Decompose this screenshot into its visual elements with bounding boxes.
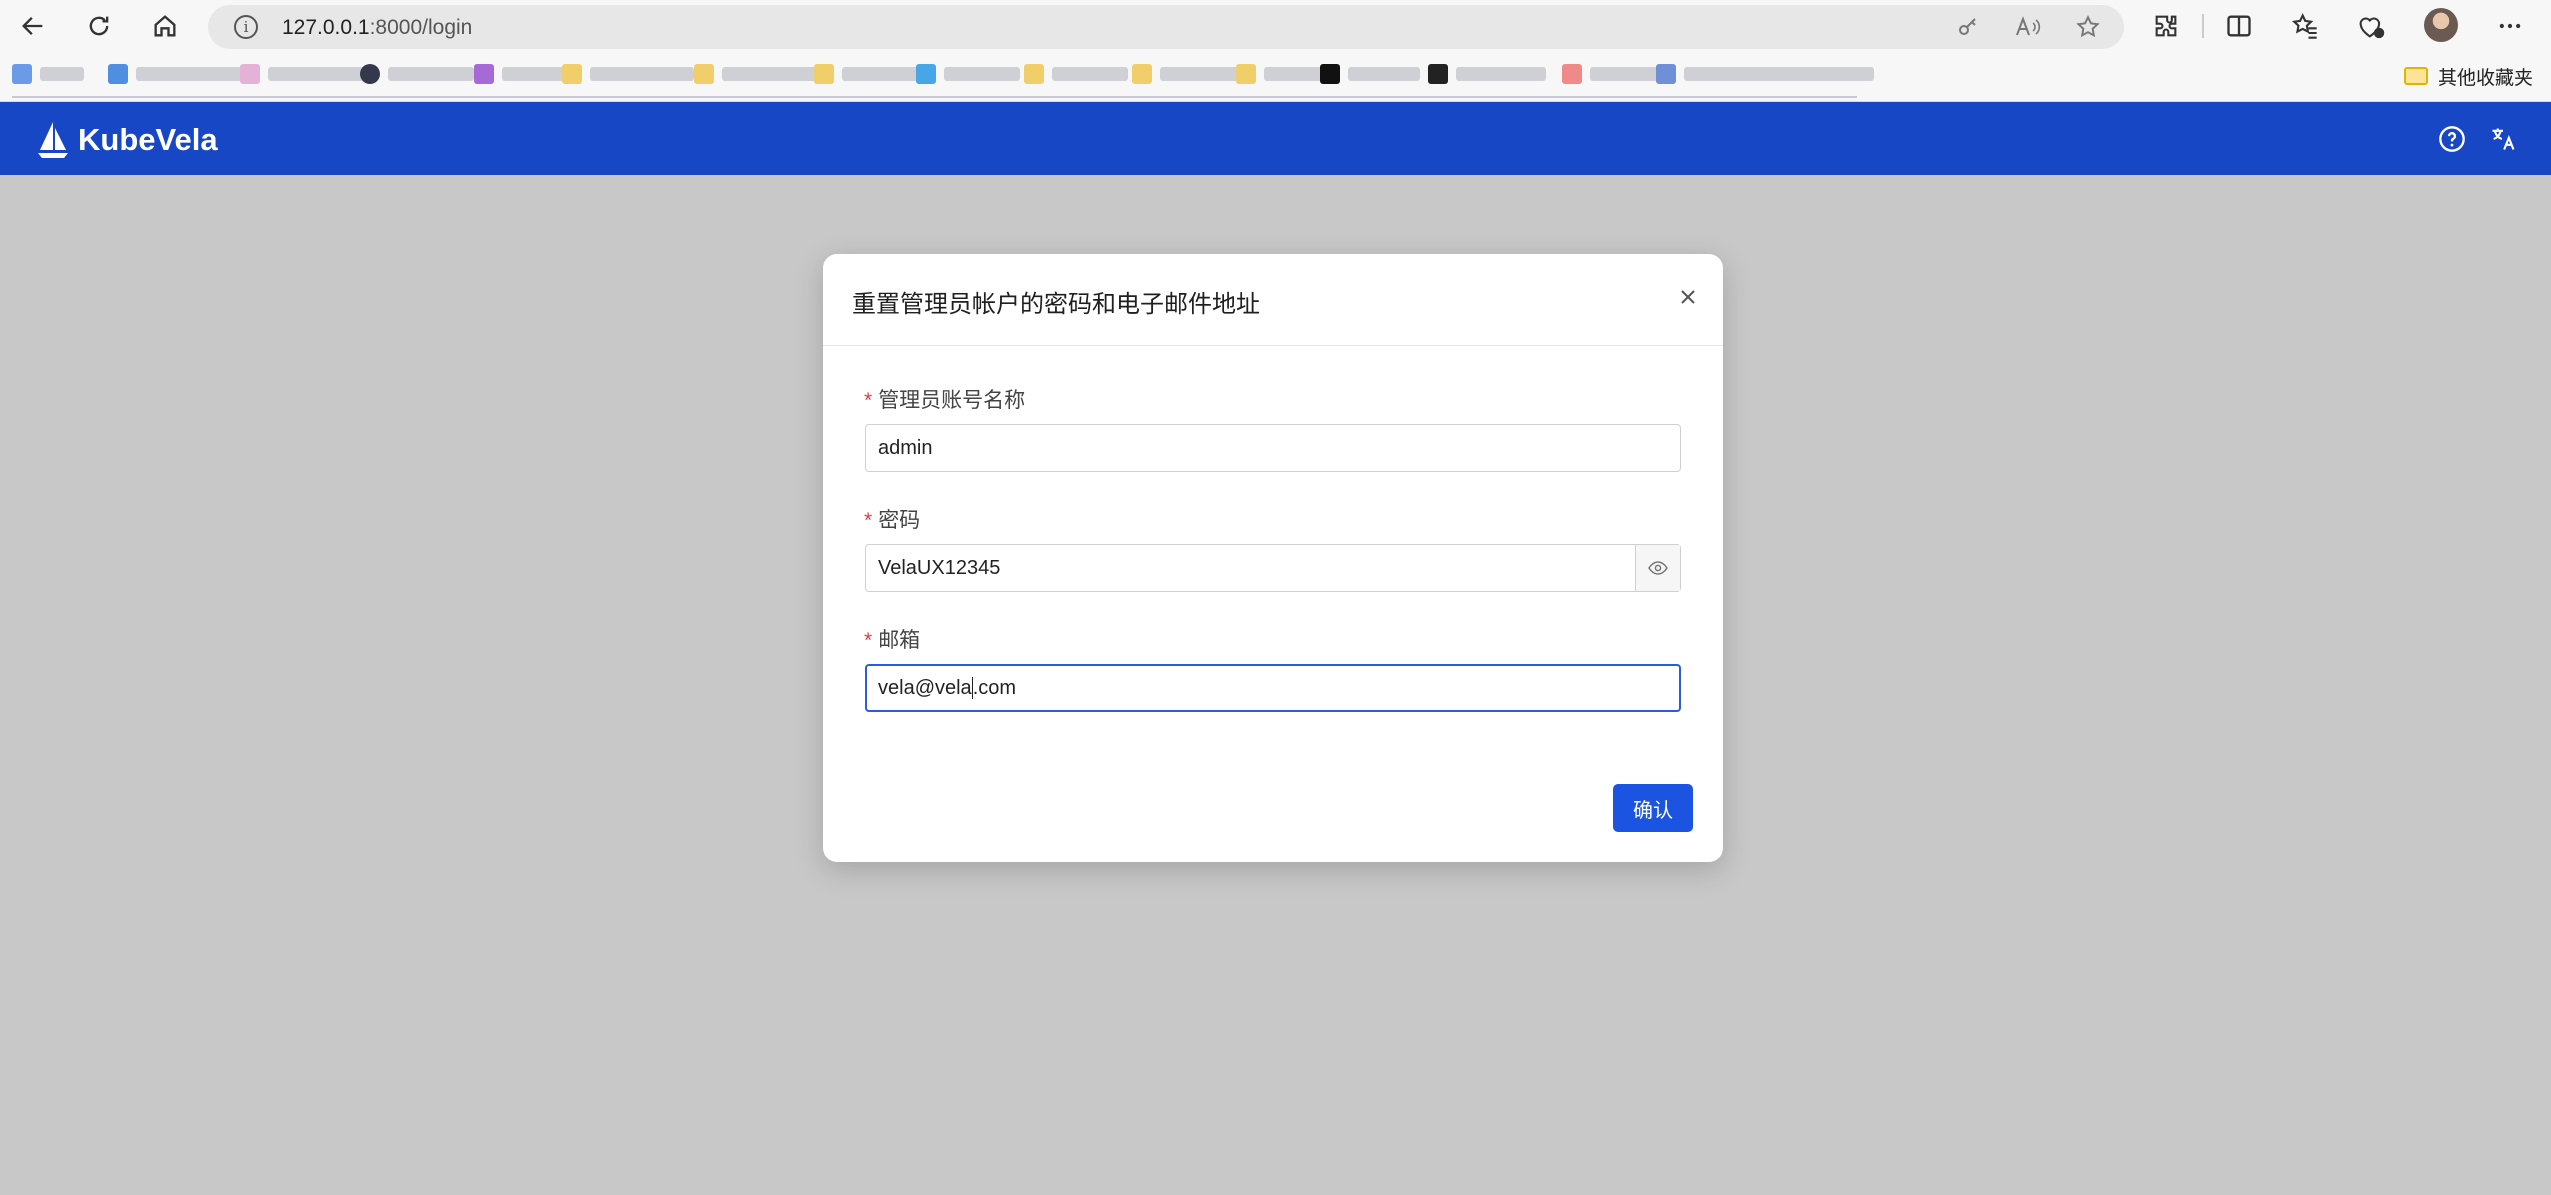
username-input[interactable]: admin: [865, 424, 1681, 472]
key-icon[interactable]: [1954, 13, 1982, 41]
bookmark-item[interactable]: [1236, 64, 1324, 84]
other-bookmarks-button[interactable]: 其他收藏夹: [2404, 61, 2533, 91]
browser-toolbar: i 127.0.0.1:8000/login 其他收藏夹: [0, 0, 2551, 102]
site-info-icon[interactable]: i: [234, 15, 258, 39]
favorites-icon[interactable]: [2287, 8, 2323, 44]
password-label-text: 密码: [878, 509, 921, 532]
close-icon: [1681, 290, 1695, 304]
toolbar-divider: [2202, 14, 2204, 38]
bookmark-item[interactable]: [1320, 64, 1420, 84]
address-url[interactable]: 127.0.0.1:8000/login: [282, 16, 472, 40]
home-icon: [154, 15, 176, 37]
address-bar[interactable]: i 127.0.0.1:8000/login: [208, 5, 2124, 49]
close-button[interactable]: [1675, 284, 1701, 310]
help-icon[interactable]: [2437, 124, 2467, 154]
bookmark-item[interactable]: [360, 64, 474, 84]
bookmarks-divider: [12, 96, 1857, 98]
bookmark-item[interactable]: [12, 64, 84, 84]
bookmark-item[interactable]: [1656, 64, 1874, 84]
favorite-star-icon[interactable]: [2074, 13, 2102, 41]
email-label-text: 邮箱: [878, 629, 921, 652]
bookmark-item[interactable]: [108, 64, 244, 84]
bookmark-item[interactable]: [1024, 64, 1128, 84]
eye-icon: [1648, 561, 1668, 575]
username-label: * 管理员账号名称: [864, 384, 1025, 414]
bookmark-item[interactable]: [1562, 64, 1660, 84]
bookmark-item[interactable]: [1132, 64, 1240, 84]
required-mark: *: [864, 509, 873, 532]
toggle-password-visibility-button[interactable]: [1635, 545, 1680, 591]
bookmark-item[interactable]: [694, 64, 818, 84]
confirm-button[interactable]: 确认: [1613, 784, 1693, 832]
bookmark-item[interactable]: [916, 64, 1020, 84]
arrow-left-icon: [22, 17, 43, 35]
email-value-before-caret: vela@vela: [878, 676, 972, 699]
app-header: KubeVela: [0, 102, 2551, 175]
bookmark-item[interactable]: [562, 64, 694, 84]
translate-icon[interactable]: [2488, 124, 2518, 154]
sailboat-icon: [38, 122, 68, 158]
home-button[interactable]: [145, 6, 185, 46]
url-host: 127.0.0.1: [282, 16, 370, 39]
refresh-button[interactable]: [79, 6, 119, 46]
bookmark-item[interactable]: [240, 64, 366, 84]
required-mark: *: [864, 389, 873, 412]
email-label: * 邮箱: [864, 624, 920, 654]
logo-text: KubeVela: [78, 122, 218, 157]
folder-icon: [2404, 67, 2428, 85]
extensions-icon[interactable]: [2148, 8, 2184, 44]
split-screen-icon[interactable]: [2221, 8, 2257, 44]
back-button[interactable]: [13, 6, 53, 46]
browser-essentials-icon[interactable]: [2353, 8, 2389, 44]
username-value: admin: [878, 436, 933, 459]
bookmark-item[interactable]: [1428, 64, 1546, 84]
required-mark: *: [864, 629, 873, 652]
password-input[interactable]: VelaUX12345: [865, 544, 1681, 592]
kubevela-logo[interactable]: KubeVela: [36, 120, 218, 160]
bookmark-item[interactable]: [474, 64, 568, 84]
profile-avatar[interactable]: [2424, 8, 2458, 42]
refresh-icon: [89, 16, 109, 36]
dialog-header: 重置管理员帐户的密码和电子邮件地址: [823, 254, 1723, 346]
dialog-title: 重置管理员帐户的密码和电子邮件地址: [852, 291, 1260, 318]
other-bookmarks-label: 其他收藏夹: [2438, 67, 2534, 89]
more-menu-icon[interactable]: [2492, 8, 2528, 44]
email-input[interactable]: vela@vela .com: [865, 664, 1681, 712]
url-path: :8000/login: [369, 16, 473, 39]
bookmark-item[interactable]: [814, 64, 928, 84]
read-aloud-icon[interactable]: [2014, 13, 2042, 41]
username-label-text: 管理员账号名称: [878, 389, 1026, 412]
bookmarks-bar: 其他收藏夹: [0, 56, 2551, 102]
password-label: * 密码: [864, 504, 920, 534]
email-value-after-caret: .com: [972, 676, 1017, 699]
password-value: VelaUX12345: [878, 556, 1001, 579]
reset-admin-dialog: 重置管理员帐户的密码和电子邮件地址 * 管理员账号名称 admin * 密码 Vel…: [823, 254, 1723, 862]
